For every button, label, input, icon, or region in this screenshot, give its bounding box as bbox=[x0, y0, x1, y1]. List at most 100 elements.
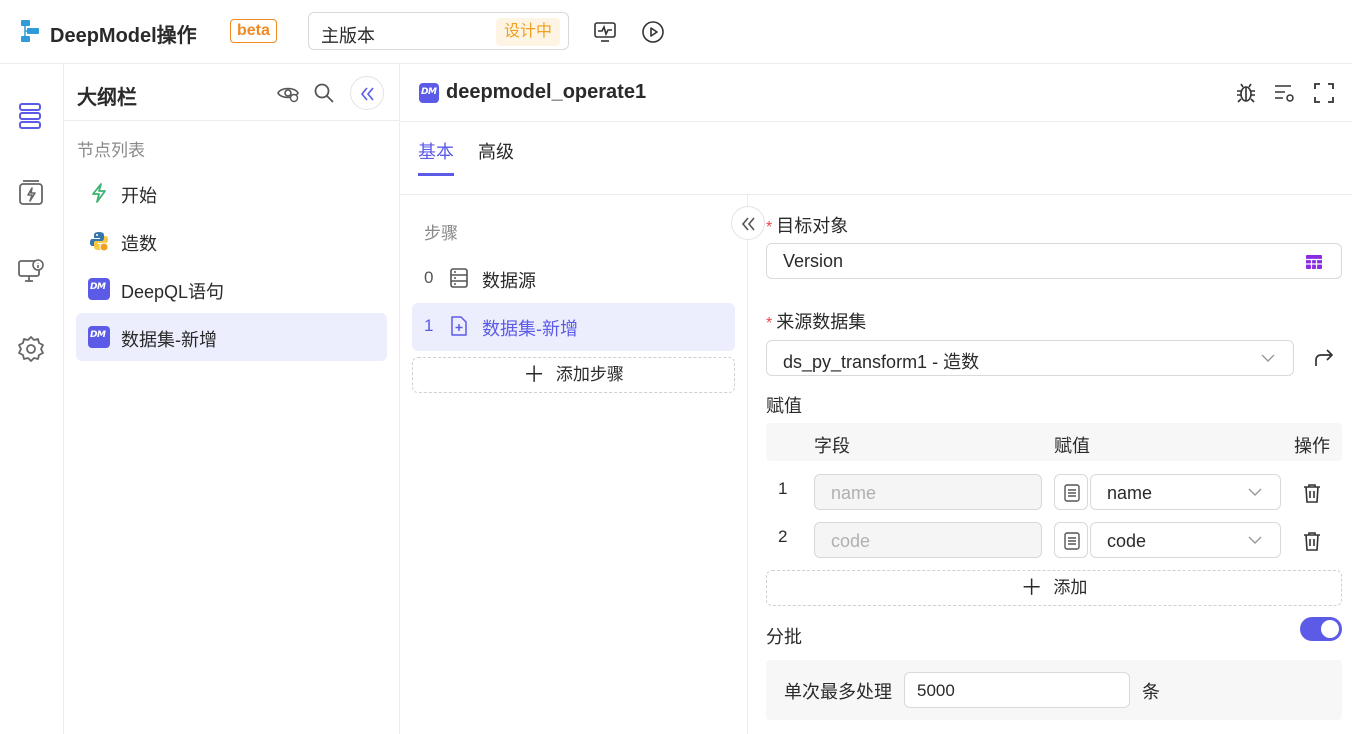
step-label: 数据源 bbox=[482, 271, 536, 291]
chevron-down-icon bbox=[1248, 536, 1262, 544]
play-circle-icon[interactable] bbox=[641, 20, 665, 44]
version-selector[interactable]: 主版本 设计中 bbox=[308, 12, 569, 50]
node-item-start[interactable]: 开始 bbox=[76, 169, 387, 217]
column-header-action: 操作 bbox=[1294, 436, 1330, 456]
max-per-batch-input[interactable]: 5000 bbox=[904, 672, 1130, 708]
toggle-knob bbox=[1321, 620, 1339, 638]
version-status-badge: 设计中 bbox=[495, 18, 560, 46]
assigned-value: code bbox=[1107, 531, 1147, 551]
target-object-field[interactable]: Version bbox=[766, 243, 1342, 279]
tab-bar: 基本 高级 bbox=[400, 122, 1352, 195]
max-per-batch-value: 5000 bbox=[917, 681, 955, 700]
chevron-down-icon bbox=[1248, 488, 1262, 496]
outline-panel: 大纲栏 节点列表 开始 造数 DM DeepQL语句 DM 数据集-新增 bbox=[64, 64, 400, 734]
step-form: * 目标对象 Version * 来源数据集 ds_py_transform1 - … bbox=[748, 195, 1352, 734]
tab-basic[interactable]: 基本 bbox=[418, 138, 454, 176]
node-title: deepmodel_operate1 bbox=[446, 81, 647, 103]
file-add-icon bbox=[451, 316, 467, 336]
monitor-pulse-icon[interactable] bbox=[593, 20, 617, 44]
required-mark: * bbox=[766, 315, 773, 332]
assigned-value: name bbox=[1107, 483, 1153, 503]
beta-badge: beta bbox=[230, 19, 277, 43]
source-dataset-label: * 来源数据集 bbox=[766, 312, 867, 332]
app-title: DeepModel操作 bbox=[50, 25, 197, 47]
trash-icon[interactable] bbox=[1301, 530, 1323, 552]
top-bar: DeepModel操作 beta 主版本 设计中 bbox=[0, 0, 1352, 64]
row-number: 2 bbox=[778, 527, 788, 546]
field-value: code bbox=[831, 531, 871, 551]
target-object-label: * 目标对象 bbox=[766, 216, 849, 236]
batch-unit-label: 条 bbox=[1142, 682, 1160, 702]
row-number: 1 bbox=[778, 479, 788, 498]
node-label: DeepQL语句 bbox=[121, 282, 225, 302]
main-header: DM deepmodel_operate1 bbox=[400, 64, 1352, 122]
dm-icon: DM bbox=[88, 326, 110, 348]
batch-settings: 单次最多处理 5000 条 bbox=[766, 660, 1342, 720]
dm-icon: DM bbox=[419, 83, 439, 103]
max-per-batch-label: 单次最多处理 bbox=[784, 682, 892, 702]
column-header-field: 字段 bbox=[814, 436, 850, 456]
fullscreen-icon[interactable] bbox=[1312, 81, 1336, 105]
add-assignment-label: 添加 bbox=[1053, 578, 1088, 597]
package-lightning-icon[interactable] bbox=[16, 178, 46, 208]
table-icon[interactable] bbox=[1305, 254, 1323, 270]
document-icon bbox=[1064, 532, 1080, 550]
trash-icon[interactable] bbox=[1301, 482, 1323, 504]
python-icon bbox=[90, 232, 109, 252]
version-name: 主版本 bbox=[321, 26, 375, 46]
step-label: 数据集-新增 bbox=[482, 319, 578, 339]
target-object-value: Version bbox=[783, 251, 844, 271]
gear-icon[interactable] bbox=[16, 334, 46, 364]
outline-icon[interactable] bbox=[16, 100, 46, 130]
add-assignment-button[interactable]: ＋ 添加 bbox=[766, 570, 1342, 606]
batch-toggle[interactable] bbox=[1300, 617, 1342, 641]
node-list-label: 节点列表 bbox=[77, 141, 145, 160]
value-mode-button[interactable] bbox=[1054, 474, 1088, 510]
outline-header: 大纲栏 bbox=[64, 64, 400, 121]
column-header-value: 赋值 bbox=[1054, 436, 1090, 456]
outline-title: 大纲栏 bbox=[77, 87, 137, 109]
value-select-name[interactable]: name bbox=[1090, 474, 1281, 510]
field-input-name: name bbox=[814, 474, 1042, 510]
steps-label: 步骤 bbox=[424, 224, 458, 243]
step-item-datasource[interactable]: 0 数据源 bbox=[412, 255, 735, 303]
plus-icon: ＋ bbox=[1020, 575, 1043, 600]
chevron-down-icon bbox=[1261, 354, 1275, 362]
database-icon bbox=[450, 268, 468, 288]
required-mark: * bbox=[766, 219, 773, 236]
monitor-info-icon[interactable] bbox=[16, 256, 46, 286]
chevrons-left-icon bbox=[360, 87, 374, 101]
bug-icon[interactable] bbox=[1234, 81, 1258, 105]
batch-label: 分批 bbox=[766, 627, 802, 647]
node-item-deepql[interactable]: DM DeepQL语句 bbox=[76, 265, 387, 313]
add-step-button[interactable]: ＋ 添加步骤 bbox=[412, 357, 735, 393]
document-icon bbox=[1064, 484, 1080, 502]
collapse-outline-button[interactable] bbox=[350, 76, 384, 110]
jump-link-icon[interactable] bbox=[1313, 347, 1335, 369]
lightning-icon bbox=[92, 183, 106, 203]
node-label: 数据集-新增 bbox=[121, 330, 217, 350]
add-step-label: 添加步骤 bbox=[555, 365, 624, 384]
source-dataset-value: ds_py_transform1 - 造数 bbox=[783, 352, 980, 372]
assign-table-header: 字段 赋值 操作 bbox=[766, 423, 1342, 461]
assign-label: 赋值 bbox=[766, 396, 802, 416]
node-label: 造数 bbox=[121, 234, 157, 254]
eye-settings-icon[interactable] bbox=[276, 81, 300, 105]
node-item-generate[interactable]: 造数 bbox=[76, 217, 387, 265]
node-item-dataset-add[interactable]: DM 数据集-新增 bbox=[76, 313, 387, 361]
dm-icon: DM bbox=[88, 278, 110, 300]
field-value: name bbox=[831, 483, 877, 503]
steps-panel: 步骤 0 数据源 1 数据集-新增 ＋ 添加步骤 bbox=[400, 195, 748, 734]
source-dataset-select[interactable]: ds_py_transform1 - 造数 bbox=[766, 340, 1294, 376]
app-logo-icon bbox=[21, 20, 39, 42]
plus-icon: ＋ bbox=[523, 362, 546, 387]
list-settings-icon[interactable] bbox=[1272, 81, 1296, 105]
tab-advanced[interactable]: 高级 bbox=[478, 138, 514, 173]
value-select-code[interactable]: code bbox=[1090, 522, 1281, 558]
field-input-code: code bbox=[814, 522, 1042, 558]
value-mode-button[interactable] bbox=[1054, 522, 1088, 558]
step-item-dataset-add[interactable]: 1 数据集-新增 bbox=[412, 303, 735, 351]
search-icon[interactable] bbox=[312, 81, 336, 105]
left-icon-rail bbox=[0, 64, 64, 734]
step-number: 0 bbox=[424, 268, 434, 287]
